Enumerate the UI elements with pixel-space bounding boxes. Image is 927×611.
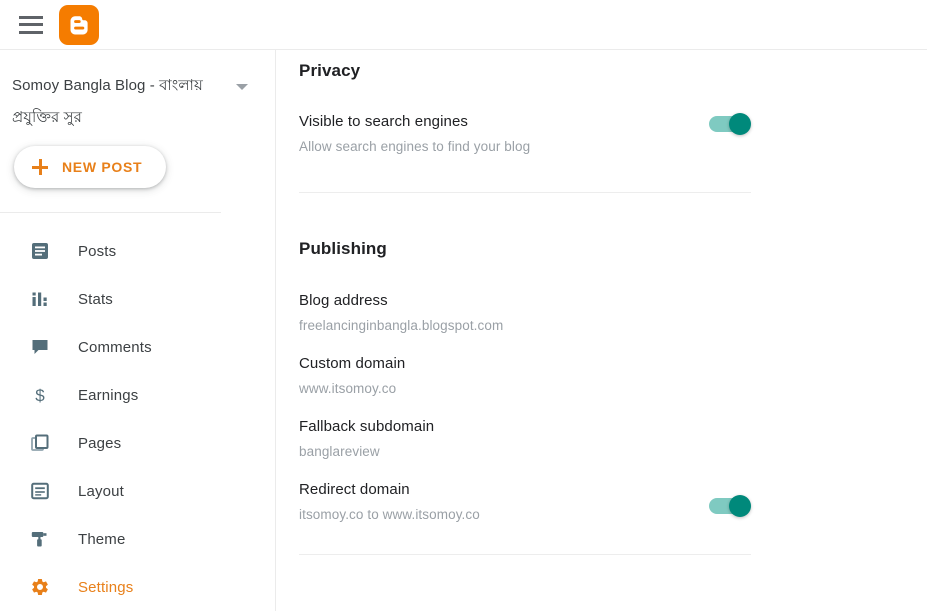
sidebar-item-label: Comments bbox=[78, 338, 152, 356]
row-texts: Blog address freelancinginbangla.blogspo… bbox=[299, 292, 523, 333]
row-texts: Redirect domain itsomoy.co to www.itsomo… bbox=[299, 481, 500, 522]
sidebar-item-posts[interactable]: Posts bbox=[0, 227, 275, 275]
redirect-domain-toggle[interactable] bbox=[709, 495, 753, 517]
svg-text:$: $ bbox=[35, 386, 45, 405]
blog-selector[interactable]: Somoy Bangla Blog - বাংলায় প্রযুক্তির স… bbox=[0, 50, 275, 134]
layout-icon bbox=[28, 479, 52, 503]
row-texts: Visible to search engines Allow search e… bbox=[299, 113, 550, 154]
theme-icon bbox=[28, 527, 52, 551]
chevron-down-icon[interactable] bbox=[236, 84, 248, 90]
hamburger-bar bbox=[19, 23, 43, 26]
sidebar-item-settings[interactable]: Settings bbox=[0, 563, 275, 611]
plus-icon bbox=[32, 159, 48, 175]
visible-to-search-engines-toggle[interactable] bbox=[709, 113, 753, 135]
row-primary-label: Visible to search engines bbox=[299, 113, 468, 130]
sidebar-item-label: Layout bbox=[78, 482, 124, 500]
sidebar-item-comments[interactable]: Comments bbox=[0, 323, 275, 371]
row-secondary-label: www.itsomoy.co bbox=[299, 381, 397, 396]
row-texts: Fallback subdomain banglareview bbox=[299, 418, 454, 459]
sidebar-item-layout[interactable]: Layout bbox=[0, 467, 275, 515]
settings-gear-icon bbox=[28, 575, 52, 599]
row-custom-domain[interactable]: Custom domain www.itsomoy.co bbox=[277, 355, 927, 396]
sidebar-item-pages[interactable]: Pages bbox=[0, 419, 275, 467]
publishing-section-heading: Publishing bbox=[299, 239, 387, 258]
blogger-logo-icon[interactable] bbox=[59, 4, 99, 45]
row-primary-label: Fallback subdomain bbox=[299, 418, 435, 435]
settings-content: Privacy Visible to search engines Allow … bbox=[277, 50, 927, 611]
row-texts: Custom domain www.itsomoy.co bbox=[299, 355, 425, 396]
sidebar-item-label: Settings bbox=[78, 578, 134, 596]
row-secondary-label: itsomoy.co to www.itsomoy.co bbox=[299, 507, 480, 522]
row-secondary-label: banglareview bbox=[299, 444, 380, 459]
pages-icon bbox=[28, 431, 52, 455]
row-fallback-subdomain[interactable]: Fallback subdomain banglareview bbox=[277, 418, 927, 459]
hamburger-menu-icon[interactable] bbox=[19, 15, 43, 34]
row-primary-label: Redirect domain bbox=[299, 481, 410, 498]
row-redirect-domain[interactable]: Redirect domain itsomoy.co to www.itsomo… bbox=[277, 481, 927, 522]
hamburger-bar bbox=[19, 15, 43, 19]
sidebar-item-theme[interactable]: Theme bbox=[0, 515, 275, 563]
section-divider bbox=[299, 554, 751, 555]
toggle-thumb bbox=[729, 495, 751, 517]
sidebar-item-label: Posts bbox=[78, 242, 117, 260]
sidebar-item-label: Earnings bbox=[78, 386, 139, 404]
sidebar-nav: Posts Stats Comments $ Earnings Pages La… bbox=[0, 213, 275, 611]
row-visible-to-search-engines[interactable]: Visible to search engines Allow search e… bbox=[277, 113, 927, 154]
sidebar-item-label: Pages bbox=[78, 434, 122, 452]
privacy-section-heading: Privacy bbox=[299, 61, 361, 80]
new-post-container: NEW POST bbox=[0, 134, 275, 188]
blogger-settings-page: Somoy Bangla Blog - বাংলায় প্রযুক্তির স… bbox=[0, 0, 927, 611]
row-primary-label: Blog address bbox=[299, 292, 388, 309]
blog-title: Somoy Bangla Blog - বাংলায় প্রযুক্তির স… bbox=[12, 77, 203, 126]
toggle-thumb bbox=[729, 113, 751, 135]
new-post-label: NEW POST bbox=[62, 159, 143, 175]
stats-icon bbox=[28, 287, 52, 311]
sidebar-item-earnings[interactable]: $ Earnings bbox=[0, 371, 275, 419]
row-secondary-label: Allow search engines to find your blog bbox=[299, 139, 531, 154]
new-post-button[interactable]: NEW POST bbox=[14, 146, 167, 188]
sidebar-item-label: Theme bbox=[78, 530, 126, 548]
row-blog-address[interactable]: Blog address freelancinginbangla.blogspo… bbox=[277, 292, 927, 333]
top-app-bar bbox=[0, 0, 927, 50]
row-primary-label: Custom domain bbox=[299, 355, 406, 372]
earnings-icon: $ bbox=[28, 383, 52, 407]
comments-icon bbox=[28, 335, 52, 359]
blogger-b-glyph bbox=[70, 15, 88, 34]
sidebar-item-stats[interactable]: Stats bbox=[0, 275, 275, 323]
hamburger-bar bbox=[19, 30, 43, 34]
sidebar: Somoy Bangla Blog - বাংলায় প্রযুক্তির স… bbox=[0, 50, 276, 611]
sidebar-item-label: Stats bbox=[78, 290, 113, 308]
row-secondary-label: freelancinginbangla.blogspot.com bbox=[299, 318, 504, 333]
posts-icon bbox=[28, 239, 52, 263]
